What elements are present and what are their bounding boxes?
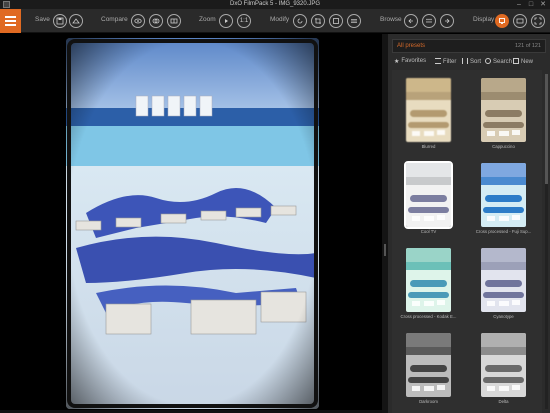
minimize-button[interactable]: – [513, 0, 525, 9]
window-title: DxO FilmPack 5 - IMG_9320.JPG [229, 1, 321, 7]
preset-preview-image [406, 78, 451, 142]
preset-thumbnail[interactable]: Cool TV [392, 157, 465, 241]
preset-count: 121 of 121 [515, 43, 541, 49]
arrow-right-icon[interactable] [440, 14, 454, 28]
preset-preview-image [481, 333, 526, 397]
rotate-icon[interactable] [293, 14, 307, 28]
save-icon[interactable] [53, 14, 67, 28]
preset-name: Cyanotype [493, 314, 514, 319]
sort-icon [462, 58, 468, 64]
preset-preview-image [481, 78, 526, 142]
zoom-1to1-button[interactable]: 1:1 [237, 14, 251, 28]
sort-button[interactable]: Sort [462, 58, 481, 65]
preset-preview-image [406, 333, 451, 397]
favorites-button[interactable]: ★ Favorites [394, 58, 426, 65]
preset-name: Cross processed - Kodak E... [400, 314, 457, 319]
preset-filter-dropdown[interactable]: All presets 121 of 121 [392, 39, 546, 53]
hamburger-icon[interactable] [0, 9, 21, 33]
presets-panel: All presets 121 of 121 ★ Favorites Filter… [388, 34, 550, 413]
zoom-label: Zoom [199, 16, 216, 23]
preset-toolbar: ★ Favorites Filter Sort Search New [392, 56, 546, 68]
preset-thumbnail[interactable]: Cross processed - Fuji Sup... [467, 157, 540, 241]
image-viewer[interactable] [0, 34, 382, 413]
preset-name: Delta [498, 399, 509, 404]
photo-preview[interactable] [66, 38, 319, 409]
compare-view-icon[interactable] [513, 14, 527, 28]
search-icon [485, 58, 491, 64]
fullscreen-icon[interactable] [531, 14, 545, 28]
compare-label: Compare [101, 16, 128, 23]
preset-preview-image [406, 248, 451, 312]
adjust-icon[interactable] [347, 14, 361, 28]
preset-filter-label: All presets [397, 43, 426, 49]
save-options-icon[interactable] [69, 14, 83, 28]
new-icon [513, 58, 519, 64]
preset-thumbnail[interactable]: Darkroom [392, 327, 465, 411]
single-view-icon[interactable] [495, 14, 509, 28]
browse-label: Browse [380, 16, 402, 23]
grid-icon[interactable] [422, 14, 436, 28]
preset-grid: Blurred Cappuccino Cool TV Cross processed … [392, 70, 542, 413]
preset-name: Cross processed - Fuji Sup... [475, 229, 532, 234]
preset-preview-image [481, 248, 526, 312]
save-label: Save [35, 16, 50, 23]
preset-thumbnail[interactable]: Delta [467, 327, 540, 411]
crop-icon[interactable] [311, 14, 325, 28]
preset-thumbnail[interactable]: Blurred [392, 72, 465, 156]
maximize-button[interactable]: □ [525, 0, 537, 9]
preset-name: Blurred [421, 144, 436, 149]
preset-name: Darkroom [419, 399, 438, 404]
display-label: Display [473, 16, 495, 23]
new-preset-button[interactable]: New [513, 58, 533, 65]
vertical-scrollbar[interactable] [545, 74, 548, 409]
star-icon: ★ [394, 59, 400, 65]
preset-preview-image [404, 161, 453, 229]
preset-thumbnail[interactable]: Cyanotype [467, 242, 540, 326]
frame-icon[interactable] [329, 14, 343, 28]
arrow-left-icon[interactable] [404, 14, 418, 28]
before-after-icon[interactable] [167, 14, 181, 28]
split-view-icon[interactable] [149, 14, 163, 28]
preset-thumbnail[interactable]: Cross processed - Kodak E... [392, 242, 465, 326]
preset-name: Cappuccino [492, 144, 515, 149]
eye-icon[interactable] [131, 14, 145, 28]
close-button[interactable]: ✕ [537, 0, 549, 9]
filter-icon [435, 58, 441, 64]
title-bar: DxO FilmPack 5 - IMG_9320.JPG – □ ✕ [0, 0, 550, 9]
preset-name: Cool TV [420, 229, 437, 234]
play-icon[interactable] [219, 14, 233, 28]
main-toolbar: Save Compare Zoom 1:1 Modify Browse Disp [0, 9, 550, 33]
preset-thumbnail[interactable]: Cappuccino [467, 72, 540, 156]
modify-label: Modify [270, 16, 290, 23]
preset-preview-image [481, 163, 526, 227]
filter-button[interactable]: Filter [435, 58, 456, 65]
search-button[interactable]: Search [485, 58, 512, 65]
